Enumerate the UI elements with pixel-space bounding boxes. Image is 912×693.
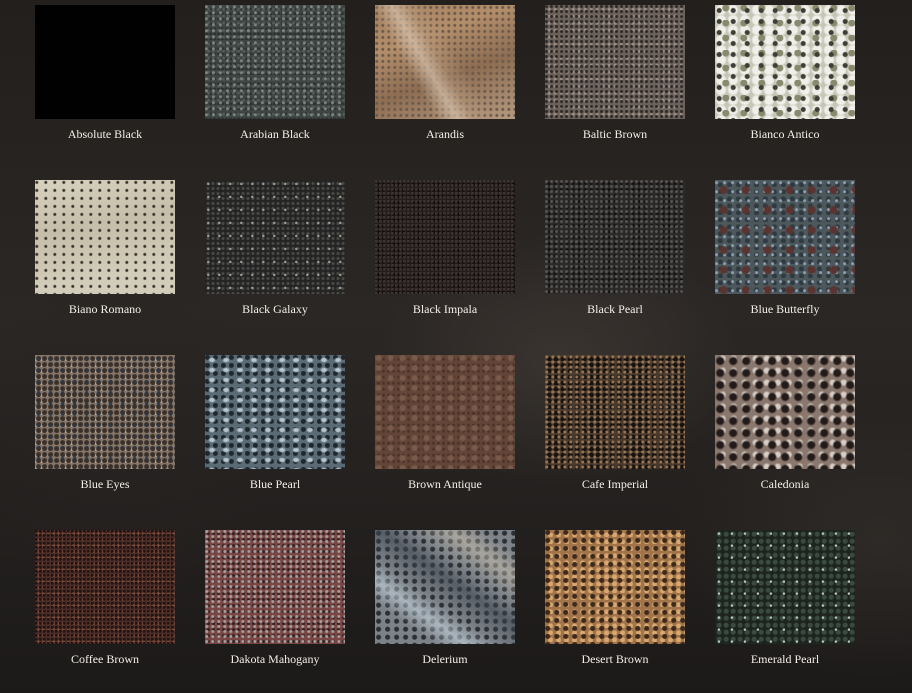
granite-tile[interactable]: Blue Butterfly [715,180,855,340]
granite-name[interactable]: Arandis [355,127,535,141]
granite-tile[interactable]: Coffee Brown [35,530,175,690]
granite-tile[interactable]: Biano Romano [35,180,175,340]
granite-swatch-image[interactable] [205,5,345,119]
granite-swatch-image[interactable] [35,355,175,469]
granite-tile[interactable]: Baltic Brown [545,5,685,165]
granite-swatch-image[interactable] [715,355,855,469]
granite-swatch-image[interactable] [715,530,855,644]
granite-tile[interactable]: Black Impala [375,180,515,340]
granite-tile[interactable]: Black Pearl [545,180,685,340]
granite-tile[interactable]: Black Galaxy [205,180,345,340]
granite-swatch-image[interactable] [375,530,515,644]
granite-name[interactable]: Coffee Brown [15,652,195,666]
granite-name[interactable]: Emerald Pearl [695,652,875,666]
granite-tile[interactable]: Delerium [375,530,515,690]
granite-tile[interactable]: Emerald Pearl [715,530,855,690]
granite-name[interactable]: Absolute Black [15,127,195,141]
granite-tile[interactable]: Arabian Black [205,5,345,165]
granite-name[interactable]: Black Pearl [525,302,705,316]
granite-swatch-image[interactable] [35,180,175,294]
granite-tile[interactable]: Blue Eyes [35,355,175,515]
granite-swatch-image[interactable] [545,530,685,644]
granite-swatch-image[interactable] [715,5,855,119]
granite-swatch-image[interactable] [205,180,345,294]
granite-tile[interactable]: Cafe Imperial [545,355,685,515]
granite-tile[interactable]: Dakota Mahogany [205,530,345,690]
granite-name[interactable]: Arabian Black [185,127,365,141]
granite-swatch-image[interactable] [545,355,685,469]
granite-name[interactable]: Dakota Mahogany [185,652,365,666]
granite-tile[interactable]: Brown Antique [375,355,515,515]
granite-tile[interactable]: Absolute Black [35,5,175,165]
granite-name[interactable]: Delerium [355,652,535,666]
granite-name[interactable]: Blue Pearl [185,477,365,491]
granite-swatch-image[interactable] [375,5,515,119]
granite-name[interactable]: Caledonia [695,477,875,491]
granite-name[interactable]: Biano Romano [15,302,195,316]
granite-swatch-image[interactable] [35,530,175,644]
granite-swatch-image[interactable] [35,5,175,119]
granite-name[interactable]: Desert Brown [525,652,705,666]
granite-swatch-image[interactable] [375,180,515,294]
granite-swatch-image[interactable] [205,530,345,644]
granite-name[interactable]: Baltic Brown [525,127,705,141]
granite-tile[interactable]: Arandis [375,5,515,165]
granite-swatch-image[interactable] [545,180,685,294]
granite-tile[interactable]: Desert Brown [545,530,685,690]
granite-name[interactable]: Black Impala [355,302,535,316]
granite-name[interactable]: Cafe Imperial [525,477,705,491]
granite-name[interactable]: Blue Eyes [15,477,195,491]
granite-swatch-image[interactable] [715,180,855,294]
granite-swatch-image[interactable] [205,355,345,469]
granite-swatch-image[interactable] [545,5,685,119]
granite-tile[interactable]: Bianco Antico [715,5,855,165]
granite-tile[interactable]: Caledonia [715,355,855,515]
granite-name[interactable]: Blue Butterfly [695,302,875,316]
granite-name[interactable]: Brown Antique [355,477,535,491]
granite-tile[interactable]: Blue Pearl [205,355,345,515]
granite-name[interactable]: Bianco Antico [695,127,875,141]
granite-name[interactable]: Black Galaxy [185,302,365,316]
granite-swatch-image[interactable] [375,355,515,469]
